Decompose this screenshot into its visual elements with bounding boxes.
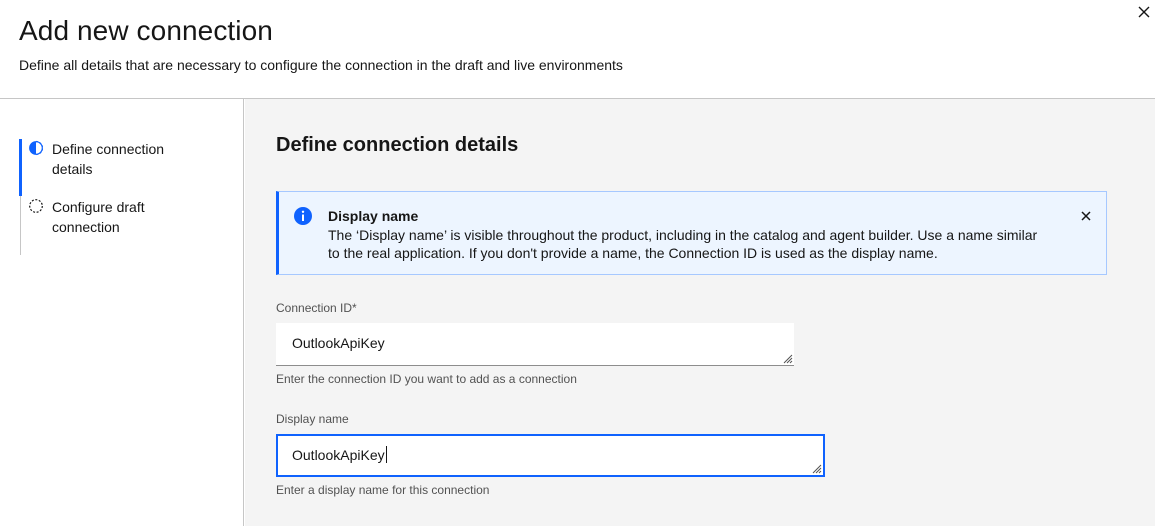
connection-id-value: OutlookApiKey [292, 335, 385, 351]
step-define-connection-details[interactable]: Define connection details [28, 139, 192, 179]
info-notification: Display name The ‘Display name’ is visib… [276, 191, 1107, 275]
display-name-input[interactable]: OutlookApiKey [276, 434, 825, 477]
step-configure-draft-connection[interactable]: Configure draft connection [28, 197, 192, 237]
main-panel: Define connection details Display name T… [245, 99, 1155, 526]
text-caret [385, 446, 387, 463]
connection-id-input[interactable]: OutlookApiKey [276, 323, 794, 366]
section-title: Define connection details [276, 134, 519, 156]
close-icon [1138, 6, 1150, 18]
close-icon [1081, 211, 1091, 221]
dashed-circle-icon [29, 199, 43, 213]
display-name-helper: Enter a display name for this connection [276, 483, 490, 497]
step-label: Configure draft connection [52, 199, 145, 235]
close-button[interactable] [1133, 0, 1155, 24]
connection-id-helper: Enter the connection ID you want to add … [276, 372, 577, 386]
notification-close-button[interactable] [1076, 206, 1096, 226]
half-circle-icon [29, 140, 44, 156]
display-name-value: OutlookApiKey [292, 446, 387, 463]
step-label: Define connection details [52, 141, 165, 177]
connection-id-label: Connection ID* [276, 301, 357, 315]
page-subtitle: Define all details that are necessary to… [19, 57, 623, 73]
progress-track-active [19, 139, 22, 196]
modal-header: Add new connection Define all details th… [0, 0, 1155, 99]
notification-body: The ‘Display name’ is visible throughout… [328, 227, 1038, 261]
progress-sidebar: Define connection details Configure draf… [0, 99, 244, 526]
info-icon [294, 207, 312, 225]
notification-title: Display name [328, 208, 419, 224]
resize-handle-icon[interactable] [781, 352, 793, 364]
resize-handle-icon[interactable] [810, 462, 822, 474]
page-title: Add new connection [19, 15, 273, 46]
display-name-label: Display name [276, 412, 349, 426]
